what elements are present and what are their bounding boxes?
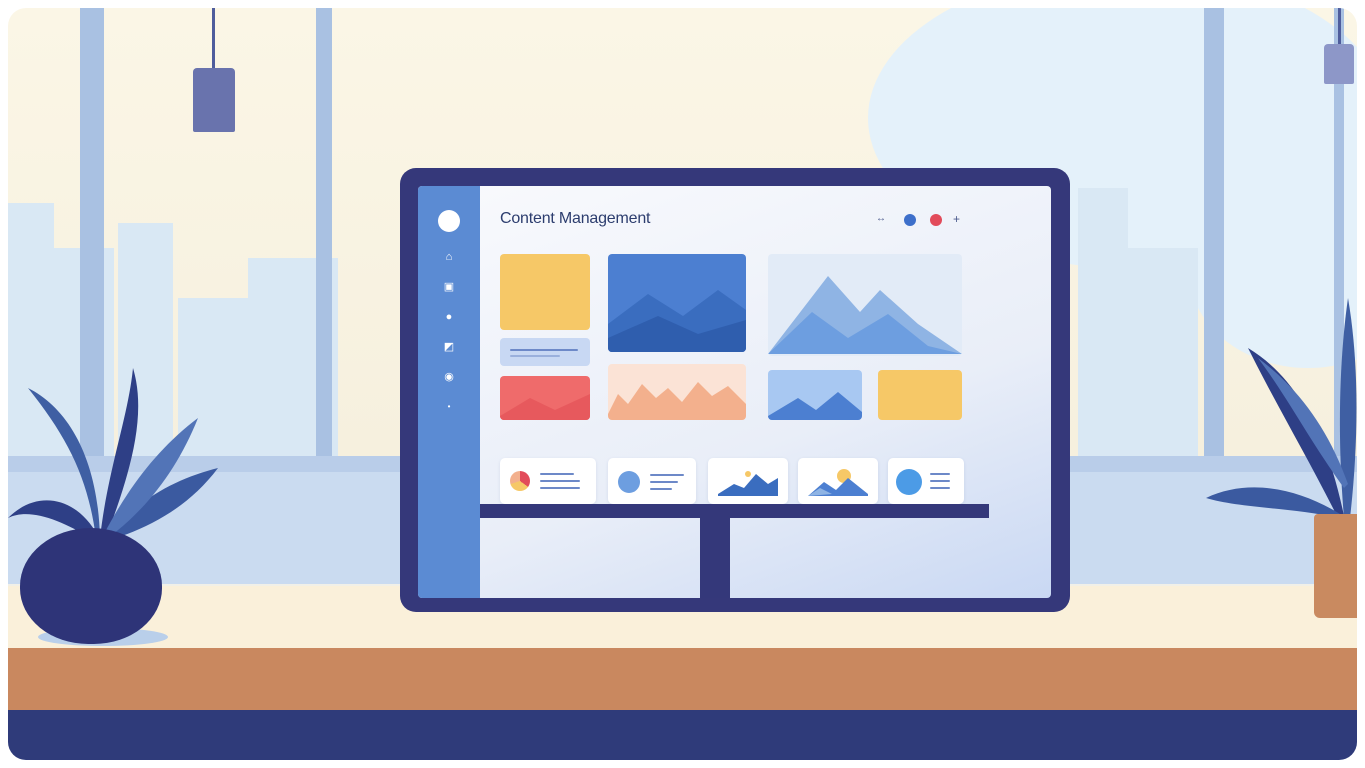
monitor: ⌂ ▣ ● ◩ ◉ • Content Management ↔ + xyxy=(400,168,1070,612)
page-title: Content Management xyxy=(500,210,651,227)
text-block[interactable] xyxy=(500,338,590,366)
media-tile-peach[interactable] xyxy=(608,364,746,420)
text-line xyxy=(930,473,950,475)
area-chart-icon xyxy=(718,471,778,496)
widget-card-circle[interactable] xyxy=(608,458,696,504)
lamp-cord xyxy=(1338,8,1341,48)
widget-card-pie[interactable] xyxy=(500,458,596,504)
text-line xyxy=(540,487,580,489)
media-tile-light-blue[interactable] xyxy=(768,370,862,420)
text-line xyxy=(540,473,574,475)
landscape-icon xyxy=(808,469,868,496)
document-icon[interactable]: ▣ xyxy=(442,280,456,294)
media-tile-blue-landscape[interactable] xyxy=(608,254,746,352)
logo-icon[interactable] xyxy=(438,210,460,232)
mountain-image xyxy=(768,392,862,420)
media-tile-yellow[interactable] xyxy=(500,254,590,330)
widget-card-landscape[interactable] xyxy=(798,458,878,504)
home-icon[interactable]: ⌂ xyxy=(442,250,456,264)
mountain-image xyxy=(608,290,746,352)
widget-card-stats[interactable] xyxy=(888,458,964,504)
circle-icon xyxy=(896,469,922,495)
city-building xyxy=(1078,188,1128,463)
dot-icon[interactable]: • xyxy=(442,400,456,414)
circle-icon xyxy=(618,471,640,493)
monitor-screen: ⌂ ▣ ● ◩ ◉ • Content Management ↔ + xyxy=(418,186,1051,598)
pie-chart-icon xyxy=(510,471,530,491)
sidebar: ⌂ ▣ ● ◩ ◉ • xyxy=(418,186,480,598)
illustration-frame: ⌂ ▣ ● ◩ ◉ • Content Management ↔ + xyxy=(8,8,1357,760)
media-tile-yellow-small[interactable] xyxy=(878,370,962,420)
notification-icon[interactable] xyxy=(930,214,942,226)
pendant-lamp xyxy=(1324,44,1354,84)
text-line xyxy=(650,474,684,476)
plant-leaves-left xyxy=(8,368,218,540)
folder-icon[interactable]: ◩ xyxy=(442,340,456,354)
text-line xyxy=(540,480,580,482)
lamp-cord xyxy=(212,8,215,72)
monitor-stand xyxy=(700,516,730,598)
text-line xyxy=(930,487,950,489)
desk-front xyxy=(8,648,1357,712)
pendant-lamp xyxy=(193,68,235,132)
widget-card-chart[interactable] xyxy=(708,458,788,504)
add-icon[interactable]: + xyxy=(953,212,960,226)
media-tile-mountains[interactable] xyxy=(768,254,962,356)
circle-icon[interactable]: ● xyxy=(442,310,456,324)
mountain-image xyxy=(768,276,962,354)
plant-leaves-right xyxy=(1206,298,1357,518)
expand-icon[interactable]: ↔ xyxy=(876,213,886,224)
text-line xyxy=(650,488,672,490)
media-tile-red[interactable] xyxy=(500,376,590,420)
settings-icon[interactable]: ◉ xyxy=(442,370,456,384)
text-line xyxy=(930,480,950,482)
screen-panel-bottom xyxy=(480,504,989,518)
floor xyxy=(8,710,1357,760)
text-line xyxy=(650,481,678,483)
text-line xyxy=(510,355,560,357)
plant-pot-left xyxy=(20,528,162,644)
user-icon[interactable] xyxy=(904,214,916,226)
wave-image xyxy=(608,382,746,420)
plant-pot-right xyxy=(1314,514,1357,618)
city-building xyxy=(1128,248,1198,463)
text-line xyxy=(510,349,578,351)
mountain-image xyxy=(500,394,590,420)
